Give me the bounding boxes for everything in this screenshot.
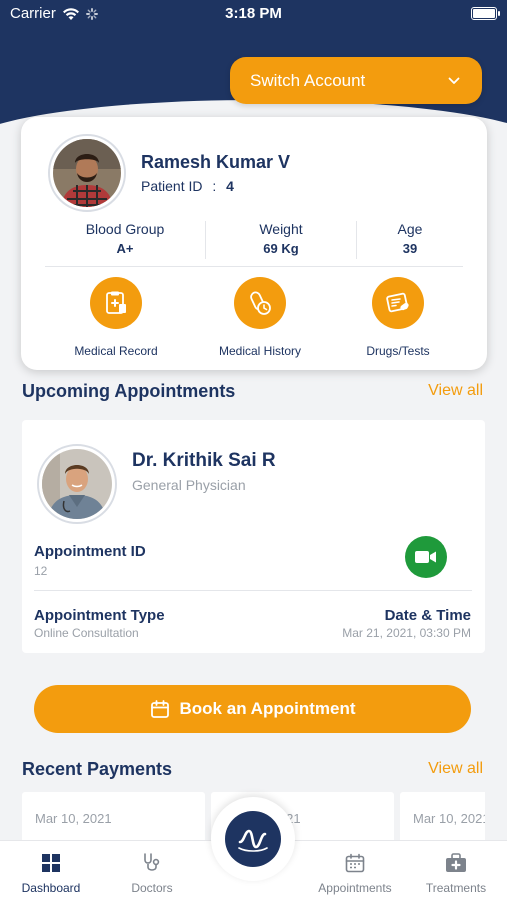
- date-time-value: Mar 21, 2021, 03:30 PM: [342, 626, 471, 640]
- battery-icon: [471, 7, 500, 20]
- tab-dashboard[interactable]: Dashboard: [6, 851, 96, 895]
- stat-value: 39: [402, 241, 418, 256]
- status-bar: Carrier 3:18 PM: [0, 0, 507, 28]
- medical-history-label: Medical History: [218, 344, 302, 358]
- appointment-card[interactable]: Dr. Krithik Sai R General Physician Appo…: [22, 420, 485, 653]
- chevron-down-icon: [448, 77, 460, 84]
- stat-value: A+: [116, 241, 134, 256]
- switch-account-label: Switch Account: [250, 70, 366, 90]
- medical-record-icon: [106, 291, 126, 314]
- book-appointment-label: Book an Appointment: [179, 699, 356, 718]
- doctor-name: Dr. Krithik Sai R: [132, 450, 276, 471]
- doctor-photo: [42, 449, 112, 519]
- payments-view-all-link[interactable]: View all: [428, 760, 483, 778]
- quick-actions: Medical Record Medical History Drugs/Tes…: [21, 277, 487, 362]
- stat-value: 69 Kg: [263, 241, 299, 256]
- patient-avatar[interactable]: [48, 134, 126, 212]
- tab-doctors-label: Doctors: [131, 881, 173, 895]
- tab-treatments-label: Treatments: [425, 881, 487, 895]
- payment-card[interactable]: Mar 10, 2021: [400, 792, 485, 840]
- patient-id-value: 4: [226, 178, 234, 194]
- switch-account-button[interactable]: Switch Account: [230, 57, 482, 104]
- patient-id-label: Patient ID: [141, 178, 203, 194]
- stat-label: Weight: [259, 221, 303, 237]
- stat-blood-group: Blood Group A+: [45, 217, 205, 266]
- date-time-label: Date & Time: [384, 607, 471, 624]
- prescription-icon: [386, 292, 409, 313]
- appointment-id-label: Appointment ID: [34, 543, 146, 560]
- profile-card: Ramesh Kumar V Patient ID : 4 Blood Grou…: [21, 117, 487, 370]
- pills-clock-icon: [250, 291, 271, 315]
- calendar-icon: [150, 700, 169, 718]
- center-home-button[interactable]: [225, 811, 281, 867]
- tab-dashboard-label: Dashboard: [21, 881, 81, 895]
- drugs-tests-button[interactable]: Drugs/Tests: [328, 277, 468, 358]
- stat-label: Blood Group: [85, 221, 165, 237]
- status-time: 3:18 PM: [225, 5, 282, 22]
- tab-appointments[interactable]: Appointments: [310, 851, 400, 895]
- payment-date: Mar 10, 2021: [413, 811, 485, 826]
- appointment-type-value: Online Consultation: [34, 626, 139, 640]
- tab-doctors[interactable]: Doctors: [107, 851, 197, 895]
- stethoscope-icon: [144, 853, 160, 871]
- appointment-type-label: Appointment Type: [34, 607, 165, 624]
- app-logo-icon: [238, 829, 268, 852]
- patient-name: Ramesh Kumar V: [141, 152, 291, 172]
- stat-weight: Weight 69 Kg: [206, 217, 356, 266]
- recent-payments-title: Recent Payments: [22, 759, 173, 779]
- medical-history-button[interactable]: Medical History: [190, 277, 330, 358]
- tab-treatments[interactable]: Treatments: [411, 851, 501, 895]
- patient-id-separator: :: [212, 178, 217, 194]
- patient-id: Patient ID : 4: [141, 178, 234, 194]
- payment-card[interactable]: Mar 10, 2021: [22, 792, 205, 840]
- upcoming-appointments-title: Upcoming Appointments: [22, 381, 236, 401]
- appointment-divider: [34, 590, 472, 591]
- calendar-icon: [345, 853, 365, 873]
- stat-label: Age: [397, 221, 423, 237]
- payment-date: Mar 10, 2021: [35, 811, 112, 826]
- patient-stats: Blood Group A+ Weight 69 Kg Age 39: [45, 217, 463, 267]
- patient-photo: [53, 139, 121, 207]
- grid-icon: [42, 854, 60, 872]
- video-camera-icon: [415, 551, 436, 563]
- drugs-tests-label: Drugs/Tests: [366, 344, 430, 358]
- medical-kit-icon: [446, 853, 466, 872]
- video-call-button[interactable]: [405, 536, 447, 578]
- doctor-specialty: General Physician: [132, 477, 246, 493]
- doctor-avatar: [37, 444, 117, 524]
- upcoming-view-all-link[interactable]: View all: [428, 382, 483, 400]
- book-appointment-button[interactable]: Book an Appointment: [34, 685, 471, 733]
- medical-record-button[interactable]: Medical Record: [46, 277, 186, 358]
- appointment-id-value: 12: [34, 564, 48, 578]
- stat-age: Age 39: [357, 217, 463, 266]
- tab-appointments-label: Appointments: [318, 881, 392, 895]
- medical-record-label: Medical Record: [74, 344, 158, 358]
